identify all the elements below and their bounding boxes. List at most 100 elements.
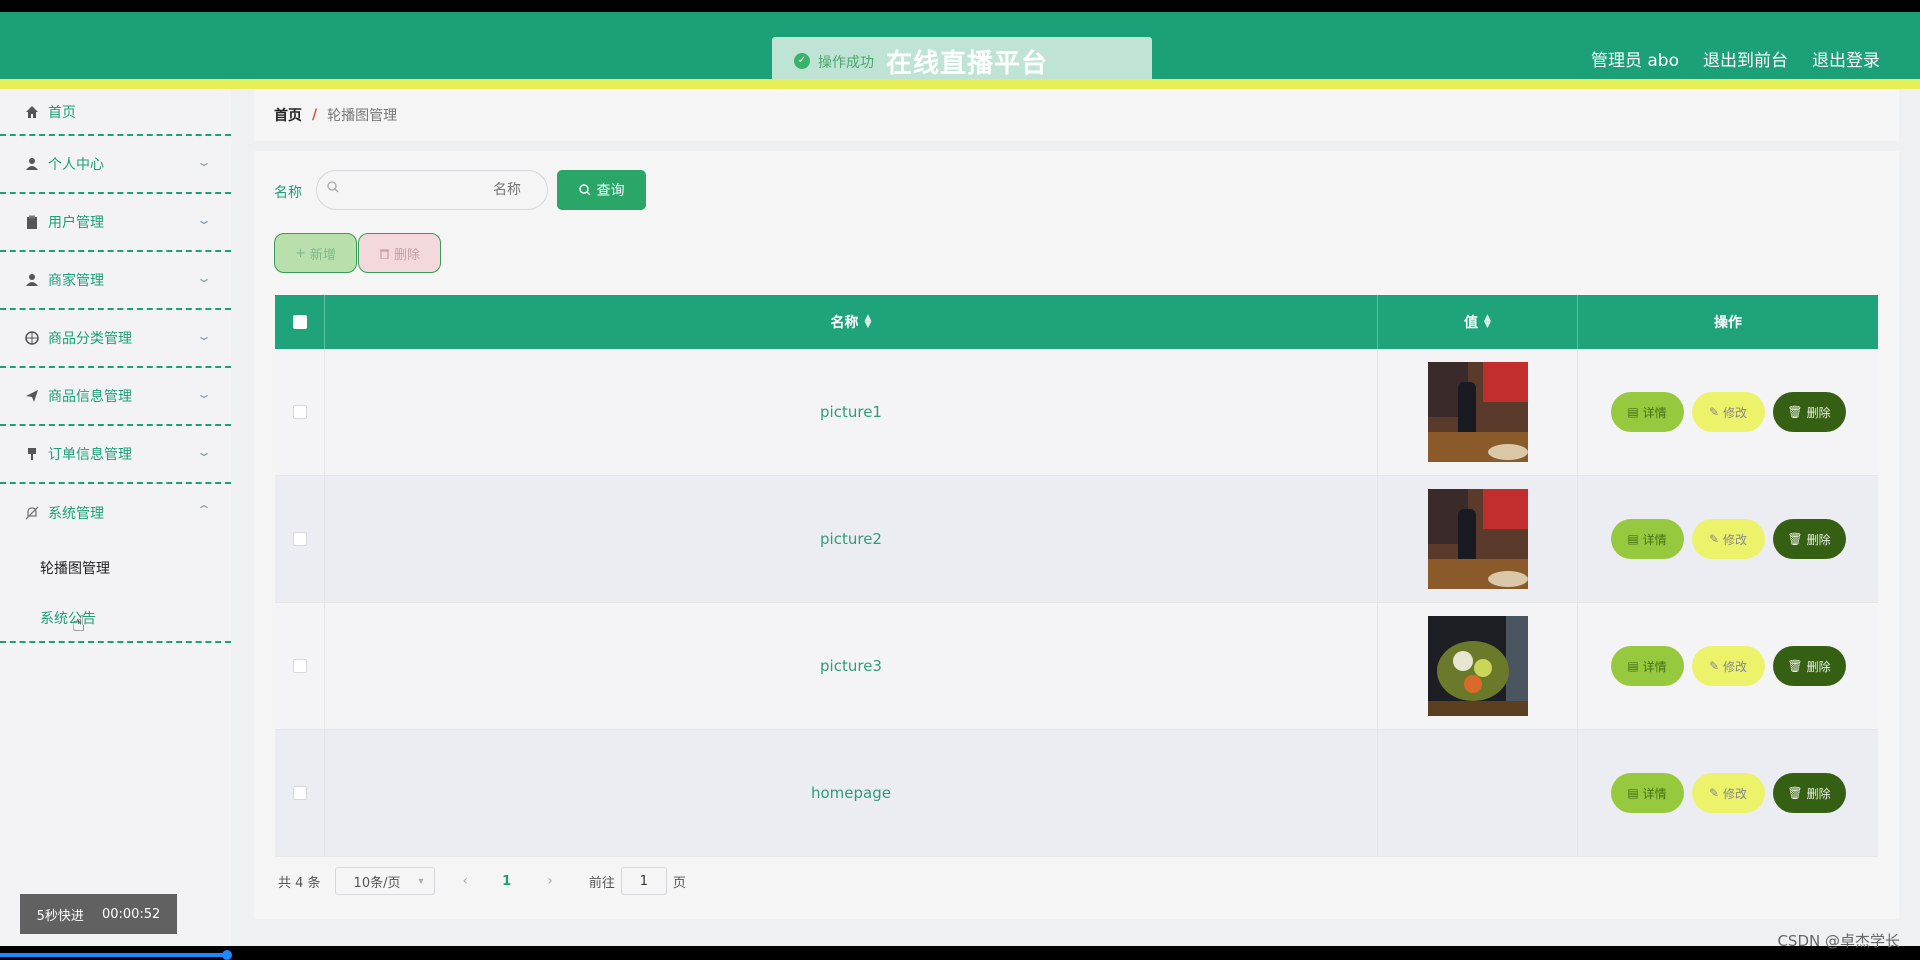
sidebar-item-product-management[interactable]: 商品信息管理 ⌄ — [0, 368, 231, 426]
sidebar-item-merchant-management[interactable]: 商家管理 ⌄ — [0, 252, 231, 310]
detail-button[interactable]: ▤ 详情 — [1610, 773, 1684, 813]
row-name-cell: homepage — [325, 730, 1378, 856]
row-value-cell — [1378, 349, 1578, 475]
user-icon — [24, 156, 40, 172]
goto-label: 前往 — [588, 875, 615, 891]
add-button-label: 新增 — [309, 247, 336, 263]
fast-forward-badge[interactable]: 5秒快进 00:00:52 — [20, 894, 177, 934]
search-button-label: 查询 — [596, 183, 625, 199]
row-name: homepage — [811, 784, 891, 802]
submenu-carousel-management[interactable]: 轮播图管理 — [40, 558, 110, 578]
bottom-black-band — [0, 946, 1920, 960]
sidebar-item-system-management[interactable]: 系统管理 ⌃ — [0, 484, 231, 542]
clipboard-icon — [24, 214, 40, 230]
title-box: ✓ 操作成功 在线直播平台 — [772, 37, 1152, 85]
trash-icon: 🗑 — [1787, 786, 1803, 800]
pencil-icon: ✎ — [1708, 786, 1720, 800]
delete-button[interactable]: 🗑 删除 — [1772, 773, 1846, 813]
fast-forward-time: 00:00:52 — [101, 906, 161, 922]
sidebar-item-label: 首页 — [48, 104, 76, 121]
document-icon: ▤ — [1627, 659, 1639, 673]
sidebar-item-label: 系统管理 — [48, 506, 104, 522]
pagination-total: 共 4 条 — [278, 875, 321, 891]
delete-label: 删除 — [1806, 405, 1831, 420]
delete-label: 删除 — [1806, 659, 1831, 674]
detail-button[interactable]: ▤ 详情 — [1610, 519, 1684, 559]
pencil-icon: ✎ — [1708, 405, 1720, 419]
food-photo-thumbnail[interactable] — [1427, 362, 1528, 462]
table-row: picture1 ▤ 详情 ✎ 修改 🗑 删除 — [275, 349, 1878, 476]
sidebar-item-home[interactable]: 首页 — [0, 89, 231, 136]
chevron-down-icon: ▾ — [418, 875, 424, 887]
top-header: ✓ 操作成功 在线直播平台 管理员 abo 退出到前台 退出登录 — [0, 12, 1920, 85]
row-name-cell: picture3 — [325, 603, 1378, 729]
next-page-icon[interactable]: › — [547, 873, 553, 889]
header-name[interactable]: 名称 ▲ ▼ — [325, 295, 1378, 349]
row-actions-cell: ▤ 详情 ✎ 修改 🗑 删除 — [1578, 349, 1878, 475]
logout-link[interactable]: 退出登录 — [1812, 46, 1880, 71]
row-checkbox[interactable] — [292, 786, 307, 800]
row-name: picture3 — [820, 657, 882, 675]
search-input[interactable] — [347, 171, 537, 209]
sidebar-item-personal-center[interactable]: 个人中心 ⌄ — [0, 136, 231, 194]
sidebar-item-user-management[interactable]: 用户管理 ⌄ — [0, 194, 231, 252]
row-value-cell — [1378, 603, 1578, 729]
row-checkbox-cell — [275, 349, 325, 475]
delete-button[interactable]: 🗑 删除 — [1772, 392, 1846, 432]
row-value-cell — [1378, 730, 1578, 856]
row-checkbox[interactable] — [292, 659, 307, 673]
select-all-checkbox[interactable] — [292, 315, 307, 329]
row-checkbox[interactable] — [292, 405, 307, 419]
sidebar-item-label: 商品信息管理 — [48, 389, 132, 405]
edit-label: 修改 — [1723, 532, 1748, 547]
delete-button[interactable]: 🗑 删除 — [1772, 646, 1846, 686]
user-icon — [24, 272, 40, 288]
page-size-select[interactable]: 10条/页 ▾ — [334, 867, 435, 895]
goto-page-input[interactable]: 1 — [620, 867, 667, 895]
delete-button[interactable]: 🗑 删除 — [1772, 519, 1846, 559]
admin-user-link[interactable]: 管理员 abo — [1591, 46, 1679, 71]
breadcrumb-separator: / — [312, 107, 318, 123]
edit-button[interactable]: ✎ 修改 — [1691, 392, 1765, 432]
header-value[interactable]: 值 ▲ ▼ — [1378, 295, 1578, 349]
row-name: picture2 — [820, 530, 882, 548]
chevron-down-icon: ⌄ — [195, 387, 213, 401]
table-row: picture3 ▤ 详情 ✎ 修改 🗑 删除 — [275, 603, 1878, 730]
food-photo-thumbnail[interactable] — [1427, 616, 1528, 716]
document-icon: ▤ — [1627, 405, 1639, 419]
sidebar-item-order-management[interactable]: 订单信息管理 ⌄ — [0, 426, 231, 484]
prev-page-icon[interactable]: ‹ — [463, 873, 469, 889]
sidebar-item-category-management[interactable]: 商品分类管理 ⌄ — [0, 310, 231, 368]
video-progress-bar[interactable] — [0, 953, 228, 957]
brush-icon — [24, 446, 40, 462]
data-table: 名称 ▲ ▼ 值 ▲ ▼ 操作 picture1 ▤ 详情 ✎ 修改 🗑 删除 … — [275, 295, 1878, 857]
row-checkbox[interactable] — [292, 532, 307, 546]
header-links: 管理员 abo 退出到前台 退出登录 — [1591, 46, 1880, 71]
edit-button[interactable]: ✎ 修改 — [1691, 519, 1765, 559]
send-icon — [24, 388, 40, 404]
submenu-system-notice[interactable]: 系统公告 — [40, 608, 96, 628]
hand-cursor-icon: ☝ — [72, 612, 86, 637]
header-name-label: 名称 — [830, 315, 859, 331]
chevron-up-icon: ⌃ — [195, 503, 213, 517]
sort-icon[interactable]: ▲ ▼ — [865, 314, 872, 330]
delete-label: 删除 — [1806, 532, 1831, 547]
breadcrumb-home[interactable]: 首页 — [274, 105, 302, 125]
current-page-number[interactable]: 1 — [502, 874, 511, 889]
batch-delete-button[interactable]: 删除 — [358, 233, 441, 273]
add-button[interactable]: + 新增 — [274, 233, 357, 273]
detail-label: 详情 — [1642, 659, 1667, 674]
edit-button[interactable]: ✎ 修改 — [1691, 646, 1765, 686]
bell-off-icon — [24, 505, 40, 521]
exit-to-frontend-link[interactable]: 退出到前台 — [1703, 46, 1788, 71]
sidebar-item-label: 商品分类管理 — [48, 331, 132, 347]
detail-button[interactable]: ▤ 详情 — [1610, 646, 1684, 686]
page-size-value: 10条/页 — [353, 875, 401, 891]
search-button[interactable]: 查询 — [557, 170, 646, 210]
chevron-down-icon: ⌄ — [195, 213, 213, 227]
edit-button[interactable]: ✎ 修改 — [1691, 773, 1765, 813]
detail-button[interactable]: ▤ 详情 — [1610, 392, 1684, 432]
food-photo-thumbnail[interactable] — [1427, 489, 1528, 589]
video-progress-handle[interactable] — [222, 950, 232, 960]
sort-icon[interactable]: ▲ ▼ — [1484, 314, 1491, 330]
